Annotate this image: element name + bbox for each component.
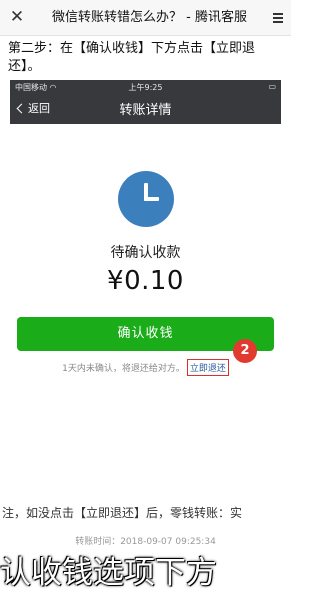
webview-header: ✕ 微信转账转错怎么办？ - 腾讯客服 [0,0,291,36]
refund-now-link[interactable]: 立即退还 [186,359,229,376]
video-caption: 认收钱选项下方 [0,555,217,591]
status-bar: 中国移动 ◠ 上午9:25 ▭ [10,80,281,94]
close-icon[interactable]: ✕ [6,6,28,28]
phone-header: 中国移动 ◠ 上午9:25 ▭ 返回 转账详情 [10,80,281,124]
step-badge: 2 [233,339,257,363]
menu-icon[interactable] [271,12,285,24]
refund-note-text: 1天内未确认，将退还给对方。 [62,364,185,374]
nav-title: 转账详情 [119,103,172,118]
clock-icon [118,171,174,227]
status-time: 上午9:25 [128,83,163,92]
pending-status: 待确认收款 [110,245,181,261]
step-instruction: 第二步：在【确认收钱】下方点击【立即退还】。 [8,41,256,74]
battery-icon: ▭ [268,82,276,91]
transfer-amount: ¥0.10 [107,266,184,296]
page-title: 微信转账转错怎么办？ - 腾讯客服 [52,10,247,25]
